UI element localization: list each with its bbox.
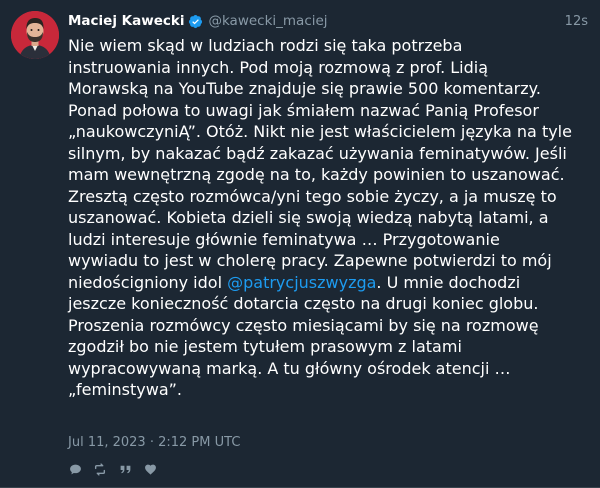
like-icon	[144, 464, 156, 475]
tweet-actions	[68, 460, 168, 478]
quote-button[interactable]	[118, 462, 132, 476]
tweet-text-part-1: Nie wiem skąd w ludziach rodzi się taka …	[68, 36, 572, 292]
tweet: Maciej Kawecki @kawecki_maciej 12s Nie w…	[0, 0, 600, 488]
retweet-button[interactable]	[93, 462, 107, 476]
author-handle[interactable]: @kawecki_maciej	[208, 13, 327, 29]
verified-badge-icon	[188, 14, 203, 29]
relative-timestamp[interactable]: 12s	[565, 14, 588, 29]
like-button[interactable]	[143, 462, 157, 476]
retweet-icon	[94, 462, 106, 476]
mention-link[interactable]: @patrycjuszwyzga	[227, 273, 376, 292]
quote-icon	[120, 465, 130, 473]
tweet-header: Maciej Kawecki @kawecki_maciej 12s	[68, 11, 588, 31]
tweet-date[interactable]: Jul 11, 2023 · 2:12 PM UTC	[68, 435, 240, 450]
author-name[interactable]: Maciej Kawecki	[68, 13, 184, 29]
tweet-text: Nie wiem skąd w ludziach rodzi się taka …	[68, 35, 592, 401]
avatar[interactable]	[11, 11, 59, 59]
reply-icon	[69, 464, 81, 474]
reply-button[interactable]	[68, 462, 82, 476]
avatar-photo	[11, 11, 59, 59]
